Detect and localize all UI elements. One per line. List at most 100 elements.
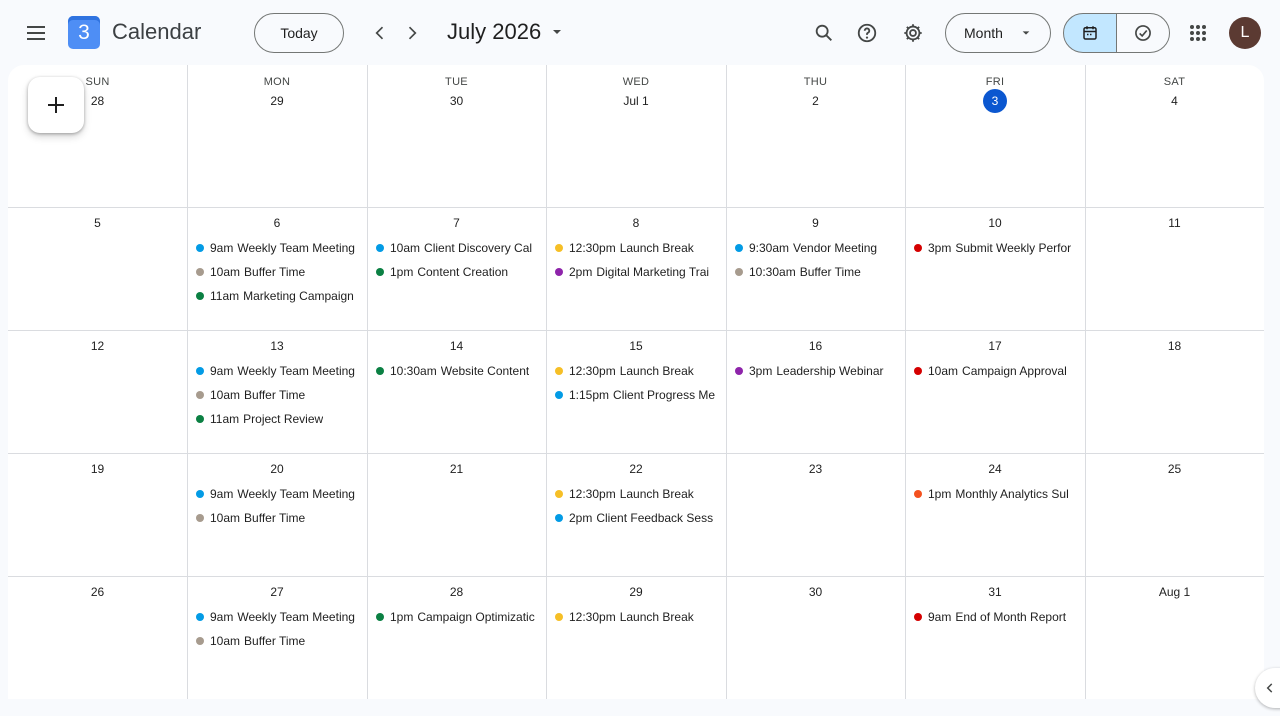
date-number[interactable]: 10 xyxy=(983,211,1007,235)
day-cell[interactable]: MON 29 xyxy=(187,65,367,207)
day-cell[interactable]: 22 12:30pm Launch Break 2pm Client Feedback … xyxy=(546,453,726,576)
event-chip[interactable]: 3pm Leadership Webinar xyxy=(730,360,899,382)
day-cell[interactable]: TUE 30 xyxy=(367,65,546,207)
date-number[interactable]: 9 xyxy=(804,211,828,235)
event-chip[interactable]: 9am Weekly Team Meeting xyxy=(191,237,361,259)
day-cell[interactable]: 19 xyxy=(8,453,187,576)
day-cell[interactable]: 13 9am Weekly Team Meeting 10am Buffer Time 1… xyxy=(187,330,367,453)
date-number[interactable]: 14 xyxy=(445,334,469,358)
date-number[interactable]: 16 xyxy=(804,334,828,358)
event-chip[interactable]: 11am Project Review xyxy=(191,408,361,430)
date-number[interactable]: 2 xyxy=(804,89,828,113)
event-chip[interactable]: 10am Buffer Time xyxy=(191,384,361,406)
date-number[interactable]: 5 xyxy=(86,211,110,235)
create-event-button[interactable] xyxy=(28,77,84,133)
event-chip[interactable]: 2pm Client Feedback Sess xyxy=(550,507,720,529)
date-number[interactable]: 27 xyxy=(265,580,289,604)
date-number[interactable]: Aug 1 xyxy=(1155,580,1194,604)
date-number[interactable]: 28 xyxy=(445,580,469,604)
settings-button[interactable] xyxy=(893,13,933,53)
day-cell[interactable]: 28 1pm Campaign Optimizatic xyxy=(367,576,546,699)
view-switcher-dropdown[interactable]: Month xyxy=(945,13,1051,53)
date-number[interactable]: 7 xyxy=(445,211,469,235)
event-chip[interactable]: 11am Marketing Campaign xyxy=(191,285,361,307)
event-chip[interactable]: 9am Weekly Team Meeting xyxy=(191,606,361,628)
next-month-button[interactable] xyxy=(392,13,432,53)
event-chip[interactable]: 9am Weekly Team Meeting xyxy=(191,360,361,382)
date-number[interactable]: 21 xyxy=(445,457,469,481)
day-cell[interactable]: 21 xyxy=(367,453,546,576)
date-number[interactable]: 12 xyxy=(86,334,110,358)
event-chip[interactable]: 12:30pm Launch Break xyxy=(550,483,720,505)
day-cell[interactable]: 26 xyxy=(8,576,187,699)
date-number[interactable]: 11 xyxy=(1163,211,1187,235)
calendar-view-toggle[interactable] xyxy=(1063,13,1117,53)
date-number[interactable]: 22 xyxy=(624,457,648,481)
event-chip[interactable]: 10:30am Website Content xyxy=(371,360,540,382)
date-number[interactable]: 29 xyxy=(624,580,648,604)
day-cell[interactable]: 23 xyxy=(726,453,905,576)
date-number[interactable]: 30 xyxy=(445,89,469,113)
google-apps-button[interactable] xyxy=(1178,13,1218,53)
account-avatar[interactable]: L xyxy=(1229,17,1261,49)
day-cell[interactable]: 24 1pm Monthly Analytics Sul xyxy=(905,453,1085,576)
today-date-number[interactable]: 3 xyxy=(983,89,1007,113)
event-chip[interactable]: 9:30am Vendor Meeting xyxy=(730,237,899,259)
day-cell[interactable]: 16 3pm Leadership Webinar xyxy=(726,330,905,453)
event-chip[interactable]: 2pm Digital Marketing Trai xyxy=(550,261,720,283)
day-cell[interactable]: SAT 4 xyxy=(1085,65,1264,207)
day-cell[interactable]: 9 9:30am Vendor Meeting 10:30am Buffer Time xyxy=(726,207,905,330)
event-chip[interactable]: 1:15pm Client Progress Me xyxy=(550,384,720,406)
event-chip[interactable]: 1pm Content Creation xyxy=(371,261,540,283)
day-cell[interactable]: THU 2 xyxy=(726,65,905,207)
event-chip[interactable]: 1pm Monthly Analytics Sul xyxy=(909,483,1079,505)
day-cell[interactable]: 27 9am Weekly Team Meeting 10am Buffer Time xyxy=(187,576,367,699)
event-chip[interactable]: 9am Weekly Team Meeting xyxy=(191,483,361,505)
event-chip[interactable]: 3pm Submit Weekly Perfor xyxy=(909,237,1079,259)
event-chip[interactable]: 10am Buffer Time xyxy=(191,507,361,529)
event-chip[interactable]: 10am Campaign Approval xyxy=(909,360,1079,382)
help-button[interactable] xyxy=(847,13,887,53)
date-number[interactable]: 6 xyxy=(265,211,289,235)
day-cell[interactable]: 25 xyxy=(1085,453,1264,576)
event-chip[interactable]: 10am Buffer Time xyxy=(191,630,361,652)
today-button[interactable]: Today xyxy=(254,13,344,53)
date-number[interactable]: 20 xyxy=(265,457,289,481)
date-number[interactable]: 17 xyxy=(983,334,1007,358)
event-chip[interactable]: 9am End of Month Report xyxy=(909,606,1079,628)
date-number[interactable]: Jul 1 xyxy=(619,89,652,113)
date-number[interactable]: 29 xyxy=(265,89,289,113)
date-number[interactable]: 28 xyxy=(86,89,110,113)
date-number[interactable]: 26 xyxy=(86,580,110,604)
day-cell[interactable]: 11 xyxy=(1085,207,1264,330)
event-chip[interactable]: 12:30pm Launch Break xyxy=(550,606,720,628)
date-number[interactable]: 24 xyxy=(983,457,1007,481)
day-cell[interactable]: WED Jul 1 xyxy=(546,65,726,207)
event-chip[interactable]: 1pm Campaign Optimizatic xyxy=(371,606,540,628)
date-number[interactable]: 4 xyxy=(1163,89,1187,113)
date-number[interactable]: 18 xyxy=(1163,334,1187,358)
date-number[interactable]: 25 xyxy=(1163,457,1187,481)
event-chip[interactable]: 10:30am Buffer Time xyxy=(730,261,899,283)
tasks-view-toggle[interactable] xyxy=(1116,13,1170,53)
event-chip[interactable]: 12:30pm Launch Break xyxy=(550,237,720,259)
date-number[interactable]: 19 xyxy=(86,457,110,481)
day-cell[interactable]: 20 9am Weekly Team Meeting 10am Buffer Time xyxy=(187,453,367,576)
day-cell[interactable]: 7 10am Client Discovery Cal 1pm Content Crea… xyxy=(367,207,546,330)
main-menu-button[interactable] xyxy=(16,13,56,53)
date-number[interactable]: 30 xyxy=(804,580,828,604)
day-cell[interactable]: 10 3pm Submit Weekly Perfor xyxy=(905,207,1085,330)
day-cell[interactable]: 12 xyxy=(8,330,187,453)
day-cell[interactable]: Aug 1 xyxy=(1085,576,1264,699)
day-cell[interactable]: 14 10:30am Website Content xyxy=(367,330,546,453)
date-number[interactable]: 15 xyxy=(624,334,648,358)
calendar-logo[interactable]: 3 xyxy=(68,16,100,49)
date-number[interactable]: 23 xyxy=(804,457,828,481)
day-cell[interactable]: 30 xyxy=(726,576,905,699)
date-number[interactable]: 8 xyxy=(624,211,648,235)
date-range-picker[interactable]: July 2026 xyxy=(447,19,563,45)
day-cell[interactable]: 31 9am End of Month Report xyxy=(905,576,1085,699)
day-cell[interactable]: 6 9am Weekly Team Meeting 10am Buffer Time 11… xyxy=(187,207,367,330)
day-cell[interactable]: FRI 3 xyxy=(905,65,1085,207)
event-chip[interactable]: 10am Buffer Time xyxy=(191,261,361,283)
